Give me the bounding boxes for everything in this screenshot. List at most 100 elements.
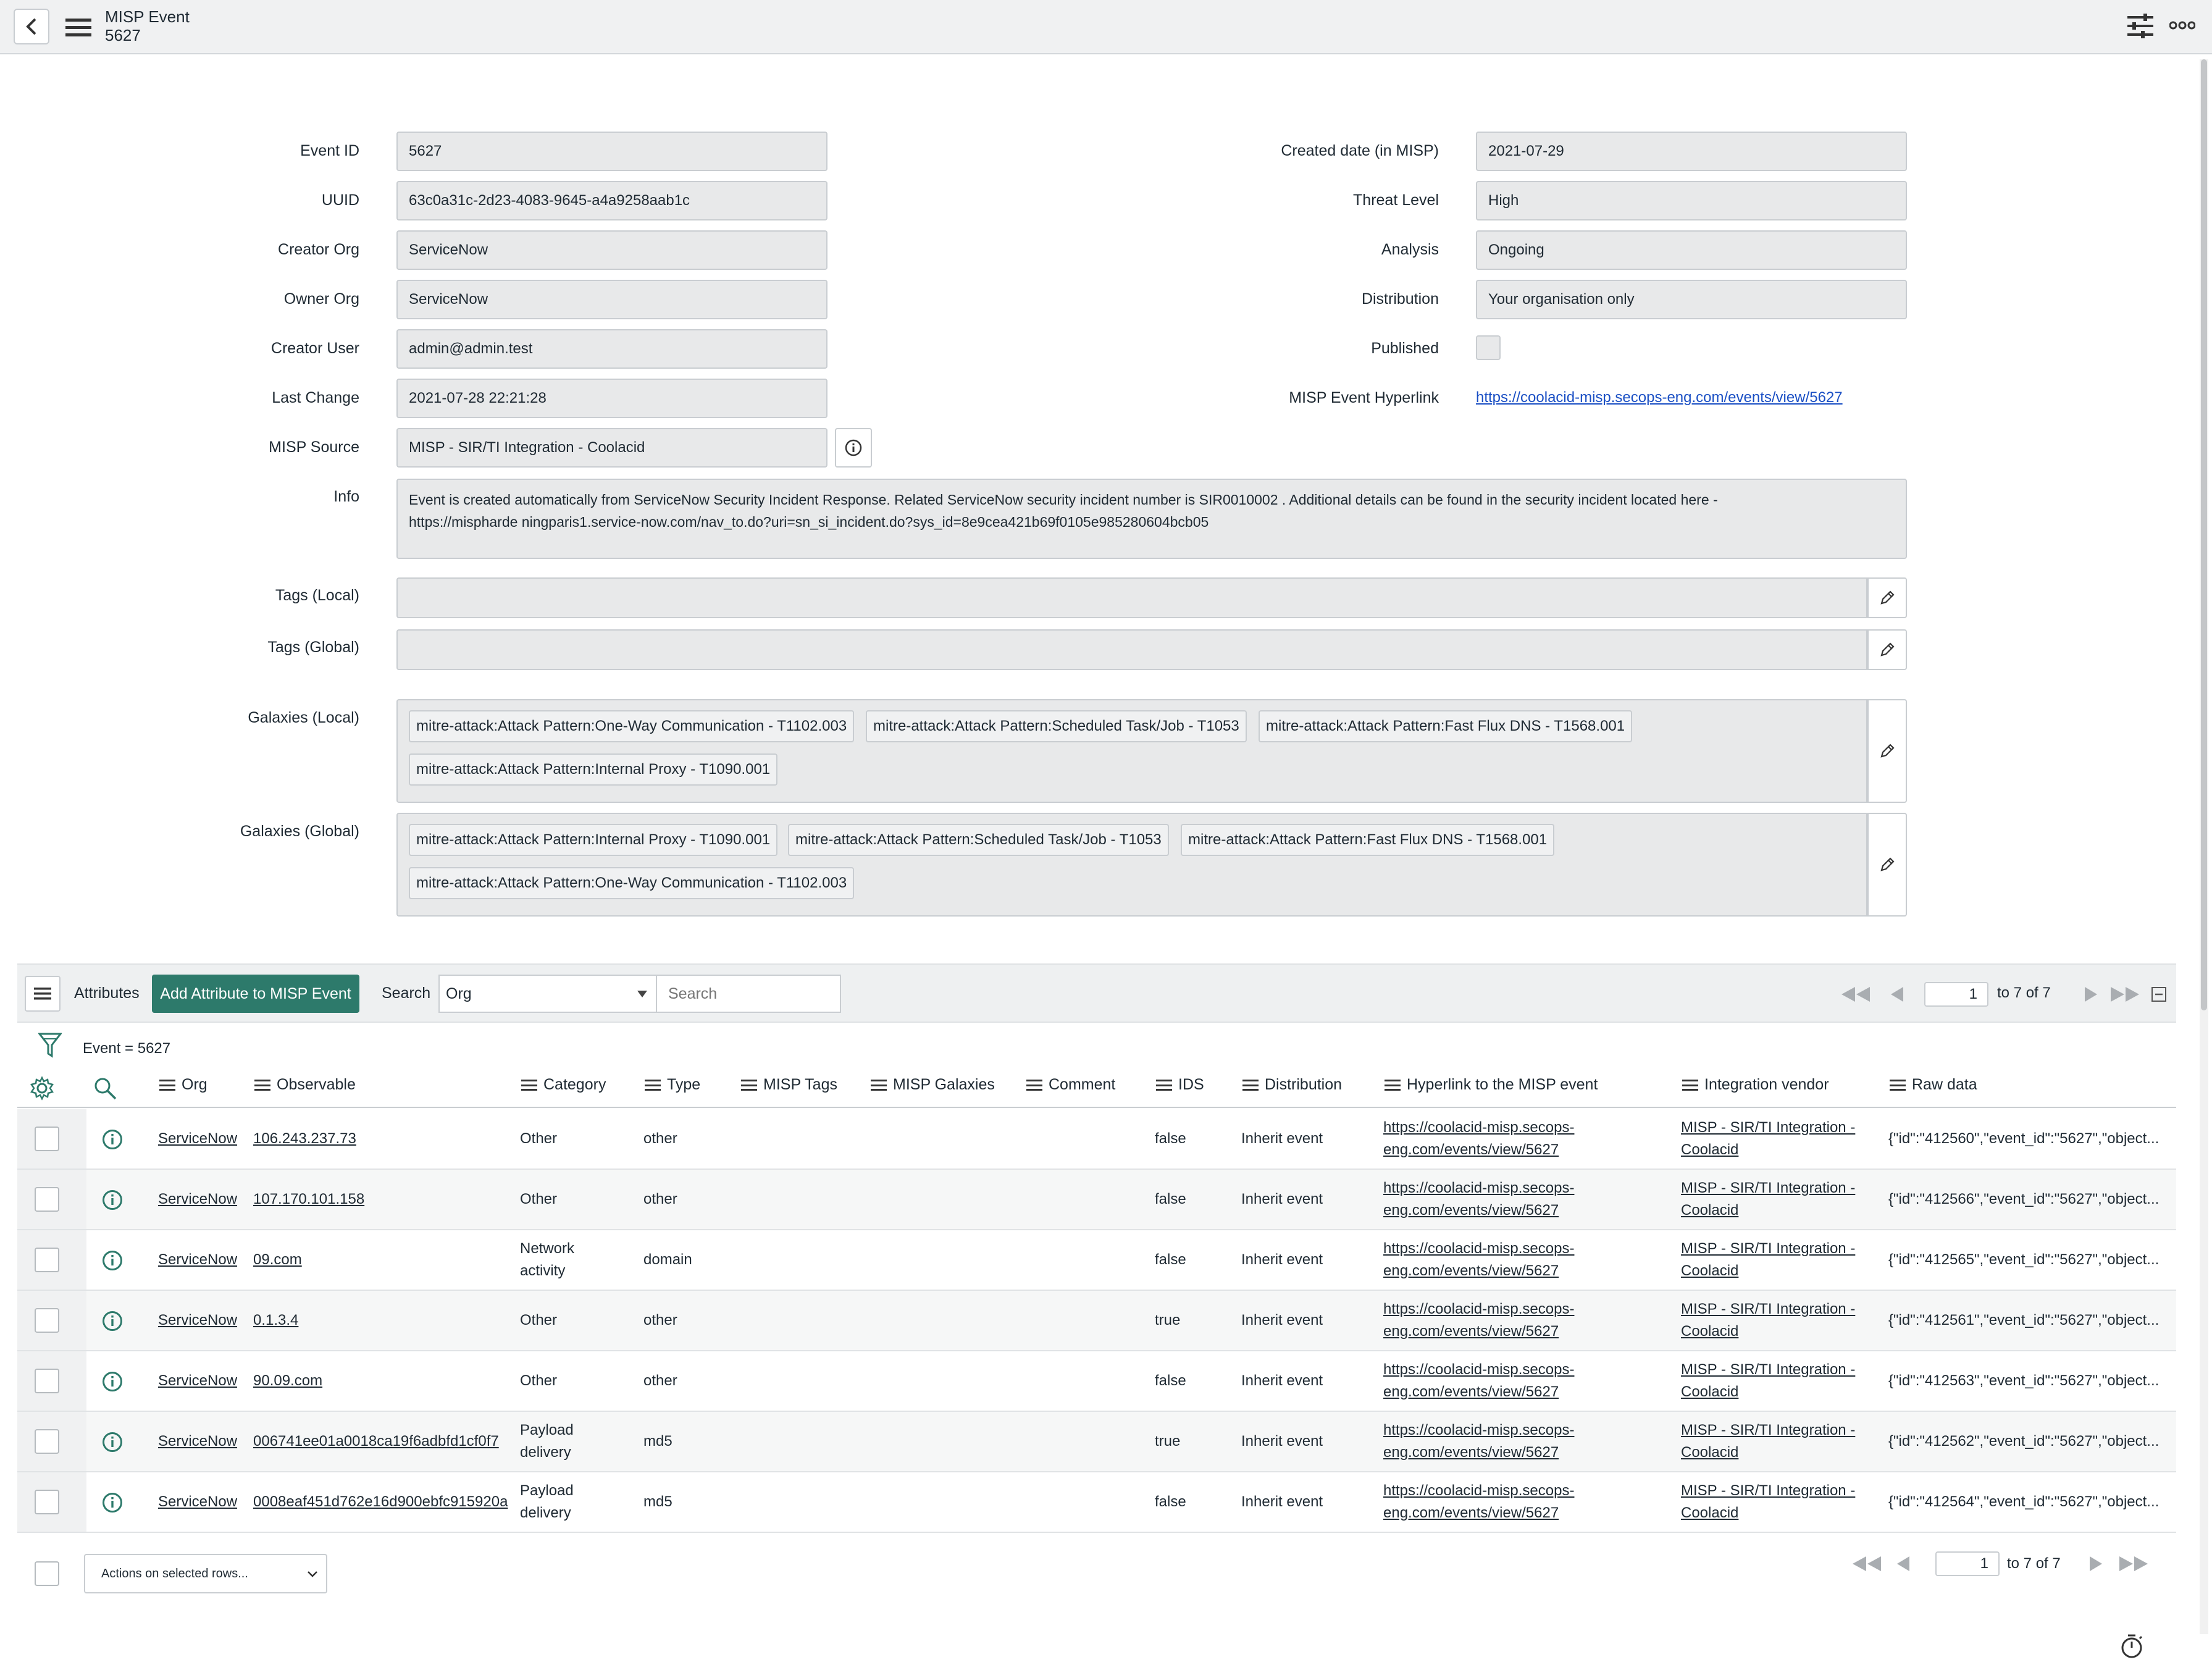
analysis-field[interactable]: Ongoing xyxy=(1476,230,1907,270)
observable-link[interactable]: 106.243.237.73 xyxy=(253,1130,356,1147)
vendor-line[interactable]: MISP - SIR/TI Integration - xyxy=(1681,1177,1855,1199)
vendor-line[interactable]: MISP - SIR/TI Integration - xyxy=(1681,1480,1855,1502)
last-change-field[interactable]: 2021-07-28 22:21:28 xyxy=(396,379,827,418)
column-header-observable[interactable]: Observable xyxy=(254,1076,356,1094)
vendor-line[interactable]: MISP - SIR/TI Integration - xyxy=(1681,1238,1855,1260)
row-checkbox[interactable] xyxy=(35,1248,59,1272)
observable-cell[interactable]: 106.243.237.73 xyxy=(253,1128,356,1150)
misp-event-hyperlink[interactable]: https://coolacid-misp.secops-eng.com/eve… xyxy=(1476,389,1843,406)
table-row[interactable]: ServiceNow 006741ee01a0018ca19f6adbfd1cf0… xyxy=(17,1412,2176,1472)
vendor-cell[interactable]: MISP - SIR/TI Integration - Coolacid xyxy=(1681,1238,1855,1282)
event-id-field[interactable]: 5627 xyxy=(396,132,827,171)
hyperlink-line[interactable]: eng.com/events/view/5627 xyxy=(1383,1139,1574,1161)
hyperlink-line[interactable]: eng.com/events/view/5627 xyxy=(1383,1381,1574,1403)
more-options-icon[interactable] xyxy=(2169,16,2196,35)
column-header-org[interactable]: Org xyxy=(159,1076,207,1094)
row-checkbox[interactable] xyxy=(35,1308,59,1333)
vendor-line[interactable]: MISP - SIR/TI Integration - xyxy=(1681,1117,1855,1139)
row-checkbox[interactable] xyxy=(35,1187,59,1212)
hyperlink-line[interactable]: https://coolacid-misp.secops- xyxy=(1383,1238,1574,1260)
actions-select[interactable]: Actions on selected rows... xyxy=(84,1554,327,1593)
column-menu-icon[interactable] xyxy=(741,1079,757,1091)
collapse-list-icon[interactable] xyxy=(2151,987,2166,1002)
observable-cell[interactable]: 006741ee01a0018ca19f6adbfd1cf0f7 xyxy=(253,1430,499,1453)
filter-icon[interactable] xyxy=(38,1033,62,1059)
galaxy-chip[interactable]: mitre-attack:Attack Pattern:Scheduled Ta… xyxy=(788,824,1169,856)
observable-link[interactable]: 0008eaf451d762e16d900ebfc915920a xyxy=(253,1493,508,1510)
vendor-line[interactable]: MISP - SIR/TI Integration - xyxy=(1681,1298,1855,1320)
page-number-input[interactable]: 1 xyxy=(1935,1551,2000,1576)
hyperlink-line[interactable]: eng.com/events/view/5627 xyxy=(1383,1260,1574,1282)
info-icon[interactable] xyxy=(101,1128,124,1151)
page-number-input[interactable]: 1 xyxy=(1924,982,1988,1007)
galaxy-chip[interactable]: mitre-attack:Attack Pattern:Fast Flux DN… xyxy=(1181,824,1555,856)
misp-source-info-button[interactable] xyxy=(835,428,872,468)
hyperlink-line[interactable]: https://coolacid-misp.secops- xyxy=(1383,1298,1574,1320)
galaxy-chip[interactable]: mitre-attack:Attack Pattern:One-Way Comm… xyxy=(409,867,855,899)
creator-org-field[interactable]: ServiceNow xyxy=(396,230,827,270)
hyperlink-cell[interactable]: https://coolacid-misp.secops-eng.com/eve… xyxy=(1383,1419,1574,1464)
vendor-line[interactable]: MISP - SIR/TI Integration - xyxy=(1681,1359,1855,1381)
row-checkbox[interactable] xyxy=(35,1369,59,1393)
vendor-cell[interactable]: MISP - SIR/TI Integration - Coolacid xyxy=(1681,1117,1855,1161)
table-row[interactable]: ServiceNow 0.1.3.4 Other other true Inherit e… xyxy=(17,1291,2176,1351)
hyperlink-cell[interactable]: https://coolacid-misp.secops-eng.com/eve… xyxy=(1383,1298,1574,1343)
hyperlink-line[interactable]: eng.com/events/view/5627 xyxy=(1383,1502,1574,1524)
column-header-misp-tags[interactable]: MISP Tags xyxy=(741,1076,837,1094)
column-header-type[interactable]: Type xyxy=(645,1076,700,1094)
column-header-raw-data[interactable]: Raw data xyxy=(1890,1076,1977,1094)
observable-cell[interactable]: 107.170.101.158 xyxy=(253,1188,364,1211)
hyperlink-line[interactable]: https://coolacid-misp.secops- xyxy=(1383,1117,1574,1139)
observable-cell[interactable]: 0008eaf451d762e16d900ebfc915920a xyxy=(253,1491,508,1513)
vendor-line[interactable]: Coolacid xyxy=(1681,1441,1855,1464)
column-header-distribution[interactable]: Distribution xyxy=(1242,1076,1342,1094)
column-menu-icon[interactable] xyxy=(1242,1079,1259,1091)
scrollbar-thumb[interactable] xyxy=(2201,59,2207,1010)
hyperlink-line[interactable]: https://coolacid-misp.secops- xyxy=(1383,1480,1574,1502)
org-cell[interactable]: ServiceNow xyxy=(158,1188,237,1211)
hyperlink-cell[interactable]: https://coolacid-misp.secops-eng.com/eve… xyxy=(1383,1238,1574,1282)
tags-local-field[interactable] xyxy=(396,577,1867,618)
org-cell[interactable]: ServiceNow xyxy=(158,1309,237,1332)
gear-icon[interactable] xyxy=(30,1076,54,1101)
org-cell[interactable]: ServiceNow xyxy=(158,1491,237,1513)
settings-sliders-icon[interactable] xyxy=(2127,12,2154,40)
next-page-icon[interactable] xyxy=(2088,1555,2103,1572)
vendor-line[interactable]: Coolacid xyxy=(1681,1199,1855,1222)
org-cell[interactable]: ServiceNow xyxy=(158,1370,237,1392)
org-link[interactable]: ServiceNow xyxy=(158,1191,237,1207)
tags-global-field[interactable] xyxy=(396,629,1867,670)
hyperlink-line[interactable]: eng.com/events/view/5627 xyxy=(1383,1199,1574,1222)
search-field-select[interactable]: Org xyxy=(438,975,657,1013)
row-checkbox[interactable] xyxy=(35,1490,59,1514)
column-header-category[interactable]: Category xyxy=(521,1076,606,1094)
vendor-line[interactable]: MISP - SIR/TI Integration - xyxy=(1681,1419,1855,1441)
hyperlink-cell[interactable]: https://coolacid-misp.secops-eng.com/eve… xyxy=(1383,1480,1574,1524)
vendor-cell[interactable]: MISP - SIR/TI Integration - Coolacid xyxy=(1681,1359,1855,1403)
hyperlink-line[interactable]: https://coolacid-misp.secops- xyxy=(1383,1359,1574,1381)
org-cell[interactable]: ServiceNow xyxy=(158,1128,237,1150)
column-menu-icon[interactable] xyxy=(521,1079,537,1091)
table-row[interactable]: ServiceNow 107.170.101.158 Other other false… xyxy=(17,1170,2176,1230)
info-icon[interactable] xyxy=(101,1249,124,1272)
observable-link[interactable]: 006741ee01a0018ca19f6adbfd1cf0f7 xyxy=(253,1433,499,1450)
galaxy-chip[interactable]: mitre-attack:Attack Pattern:Internal Pro… xyxy=(409,824,778,856)
galaxy-chip[interactable]: mitre-attack:Attack Pattern:One-Way Comm… xyxy=(409,710,855,742)
search-input[interactable] xyxy=(656,975,841,1013)
vendor-cell[interactable]: MISP - SIR/TI Integration - Coolacid xyxy=(1681,1298,1855,1343)
created-date-field[interactable]: 2021-07-29 xyxy=(1476,132,1907,171)
hyperlink-line[interactable]: https://coolacid-misp.secops- xyxy=(1383,1419,1574,1441)
column-menu-icon[interactable] xyxy=(645,1079,661,1091)
back-button[interactable] xyxy=(14,9,49,44)
hyperlink-line[interactable]: eng.com/events/view/5627 xyxy=(1383,1320,1574,1343)
threat-level-field[interactable]: High xyxy=(1476,181,1907,220)
observable-link[interactable]: 09.com xyxy=(253,1251,302,1268)
table-row[interactable]: ServiceNow 09.com Network activity domain fal… xyxy=(17,1230,2176,1291)
galaxies-global-edit-button[interactable] xyxy=(1867,813,1907,917)
menu-icon[interactable] xyxy=(64,15,93,40)
org-link[interactable]: ServiceNow xyxy=(158,1372,237,1389)
observable-cell[interactable]: 90.09.com xyxy=(253,1370,322,1392)
first-page-icon[interactable] xyxy=(1839,986,1871,1003)
creator-user-field[interactable]: admin@admin.test xyxy=(396,329,827,369)
uuid-field[interactable]: 63c0a31c-2d23-4083-9645-a4a9258aab1c xyxy=(396,181,827,220)
